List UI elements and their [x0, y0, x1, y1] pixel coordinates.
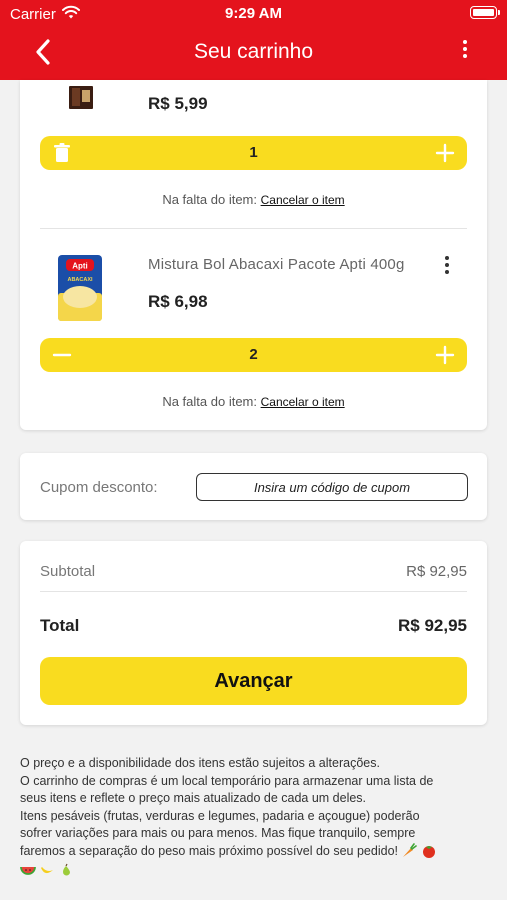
page-title: Seu carrinho	[193, 40, 314, 63]
coupon-input[interactable]	[196, 473, 468, 501]
increase-quantity-button[interactable]	[433, 141, 457, 165]
product-image-cake-mix: Apti ABACAXI	[58, 255, 102, 321]
disclaimer-line: faremos a separação do peso mais próximo…	[20, 843, 398, 858]
total-value: R$ 92,95	[398, 616, 467, 635]
item-divider	[40, 228, 467, 229]
tomato-icon	[422, 846, 435, 859]
product-price: R$ 6,98	[148, 292, 208, 311]
order-summary-card: Subtotal R$ 92,95 Total R$ 92,95 Avançar	[20, 541, 487, 725]
product-price: R$ 5,99	[148, 94, 208, 113]
plus-icon	[435, 345, 455, 365]
increase-quantity-button[interactable]	[433, 343, 457, 367]
subtotal-label: Subtotal	[40, 563, 96, 580]
total-label: Total	[40, 616, 80, 635]
vertical-dots-icon	[463, 40, 467, 44]
disclaimer-text: O preço e a disponibilidade dos itens es…	[20, 755, 490, 880]
app-header: Carrier 9:29 AM Seu carrinho	[0, 0, 507, 80]
coupon-label: Cupom desconto:	[40, 479, 158, 496]
missing-item-option: Na falta do item: Cancelar o item	[20, 192, 487, 207]
cart-items-card: R$ 5,99 1 Na falta do item: Cancelar o i…	[20, 80, 487, 430]
missing-item-option: Na falta do item: Cancelar o item	[20, 394, 487, 409]
quantity-value: 1	[249, 144, 258, 161]
quantity-stepper: 2	[40, 338, 467, 372]
package-brand-label: Apti	[72, 262, 88, 271]
disclaimer-line: O carrinho de compras é um local temporá…	[20, 773, 434, 788]
disclaimer-line: O preço e a disponibilidade dos itens es…	[20, 756, 380, 770]
missing-item-label: Na falta do item:	[162, 394, 257, 409]
subtotal-value: R$ 92,95	[406, 563, 467, 580]
disclaimer-line: seus itens e reflete o preço mais atuali…	[20, 791, 367, 805]
disclaimer-line: Itens pesáveis (frutas, verduras e legum…	[20, 808, 420, 823]
watermelon-icon	[20, 866, 36, 875]
disclaimer-line: sofrer variações para mais ou para menos…	[20, 826, 416, 840]
quantity-stepper: 1	[40, 136, 467, 170]
status-bar: Carrier 9:29 AM	[0, 0, 507, 28]
quantity-value: 2	[249, 346, 258, 363]
missing-item-label: Na falta do item:	[162, 192, 257, 207]
clock: 9:29 AM	[225, 5, 282, 22]
carrot-icon	[403, 843, 418, 858]
summary-divider	[40, 591, 467, 592]
plus-icon	[435, 143, 455, 163]
advance-button[interactable]: Avançar	[40, 657, 467, 705]
pear-icon	[62, 863, 70, 876]
cancel-item-link[interactable]: Cancelar o item	[261, 193, 345, 207]
vertical-dots-icon	[445, 256, 449, 260]
coupon-card: Cupom desconto:	[20, 453, 487, 520]
more-menu-button[interactable]	[459, 40, 471, 64]
banana-icon	[41, 866, 54, 873]
battery-icon	[470, 6, 500, 19]
package-flavor-label: ABACAXI	[67, 277, 93, 283]
product-name: Mistura Bol Abacaxi Pacote Apti 400g	[148, 256, 405, 273]
item-options-button[interactable]	[441, 256, 453, 278]
product-image-chocolate	[69, 86, 93, 109]
cancel-item-link[interactable]: Cancelar o item	[261, 395, 345, 409]
